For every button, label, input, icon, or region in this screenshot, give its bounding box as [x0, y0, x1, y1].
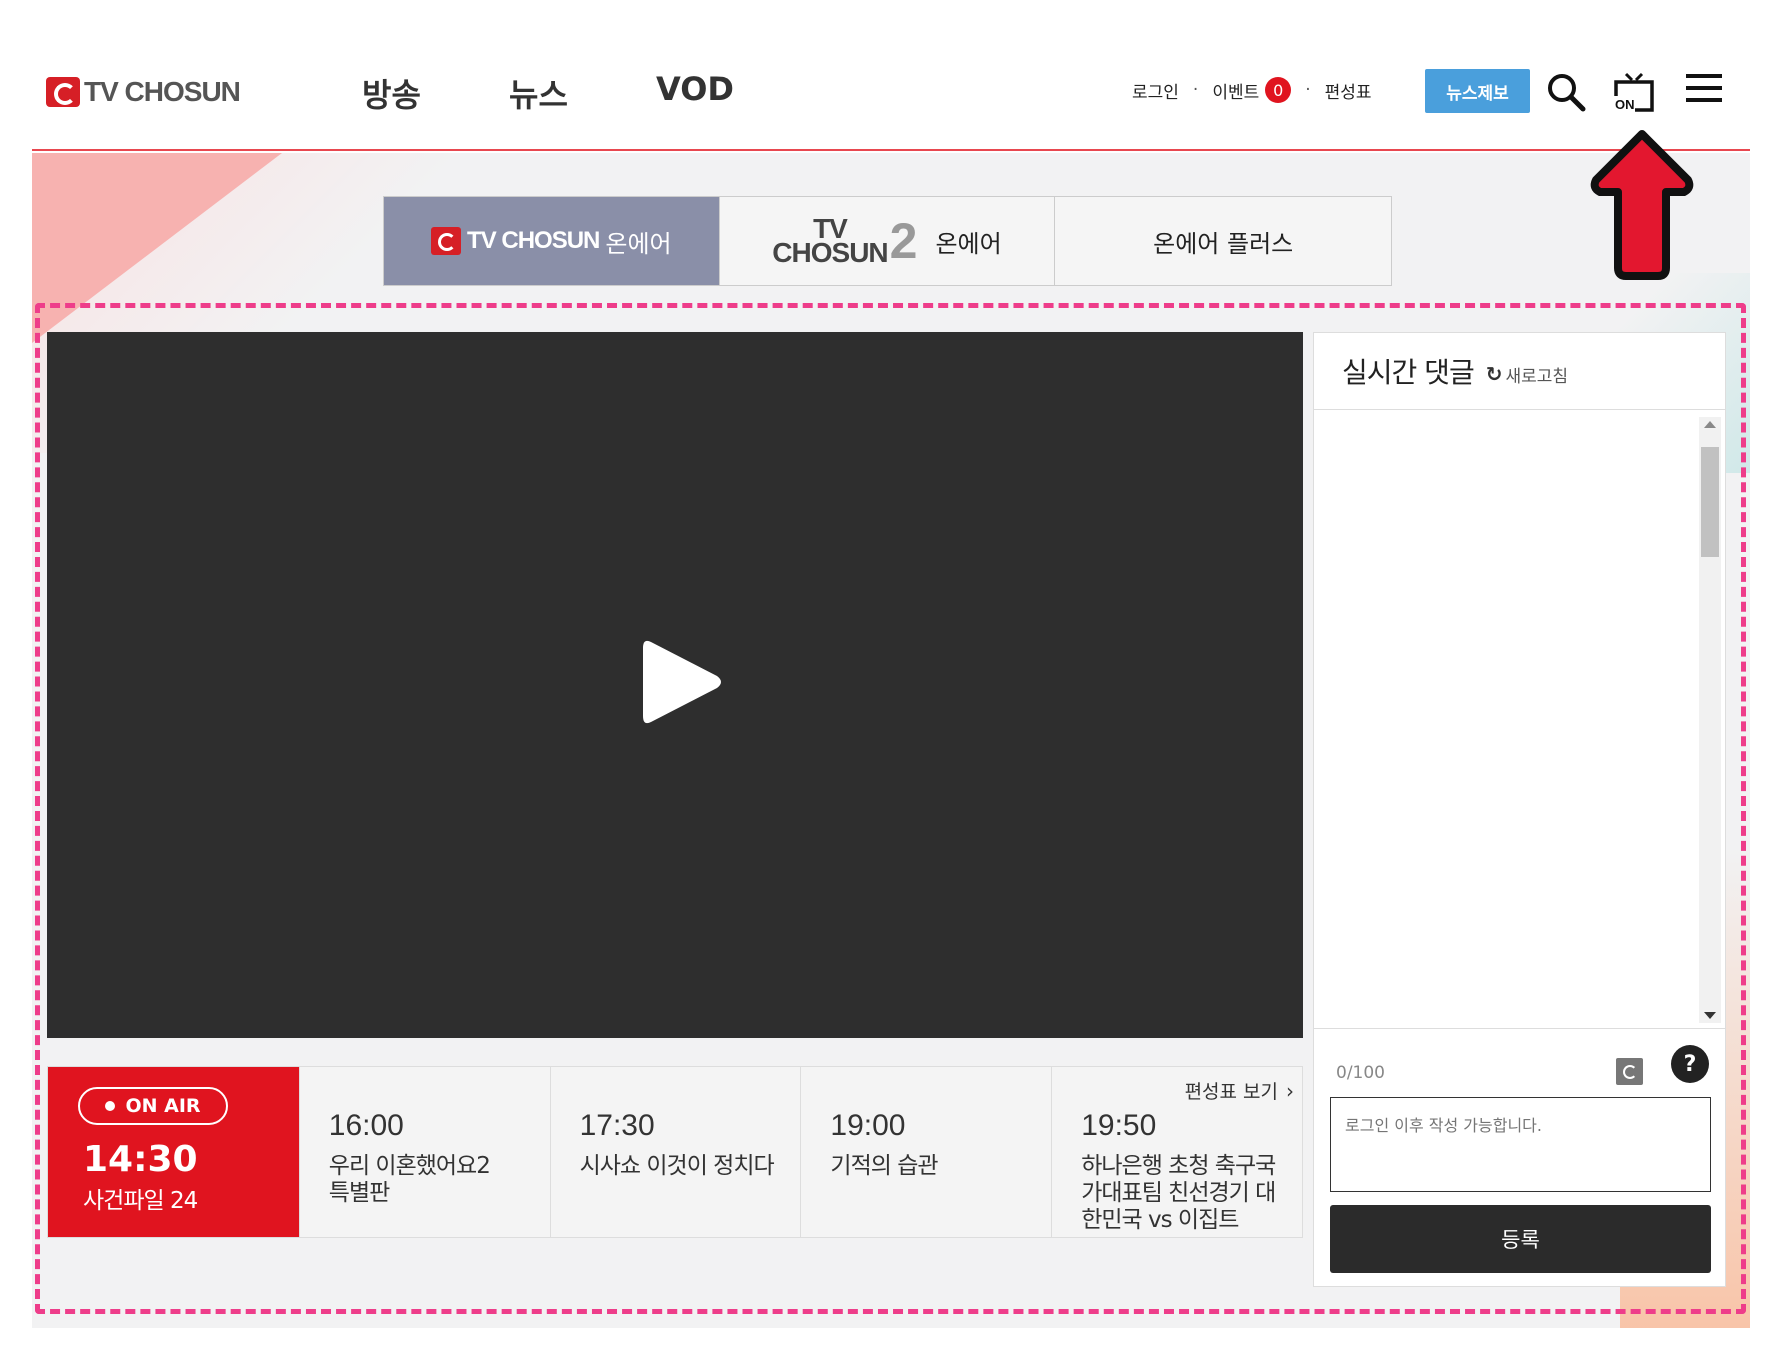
highlight-frame: [35, 303, 1746, 1314]
tab-onair-plus[interactable]: 온에어 플러스: [1055, 197, 1391, 285]
tab-brand: TV CHOSUN: [467, 227, 600, 254]
on-air-icon-label: ON: [1615, 97, 1635, 112]
hamburger-menu-icon[interactable]: [1682, 68, 1726, 112]
main-nav: 방송 뉴스 VOD: [362, 70, 803, 116]
search-icon[interactable]: [1544, 70, 1588, 114]
on-air-tv-icon[interactable]: ON: [1612, 70, 1656, 114]
nav-vod[interactable]: VOD: [656, 70, 803, 116]
tv2-brand-bottom: CHOSUN: [772, 237, 888, 268]
tab-label: 온에어: [935, 229, 1002, 258]
login-link[interactable]: 로그인: [1132, 78, 1179, 103]
tab-label: 온에어: [605, 229, 672, 258]
channel-tabs: TV CHOSUN 온에어 TV CHOSUN 2 온에어 온에어 플러스: [383, 196, 1392, 286]
event-link[interactable]: 이벤트: [1212, 78, 1259, 103]
tvchosun-logo-icon: [431, 227, 462, 255]
separator-dot: ·: [1192, 80, 1199, 100]
tab-tvchosun-onair[interactable]: TV CHOSUN 온에어: [384, 197, 720, 285]
separator-dot: ·: [1305, 80, 1311, 100]
nav-broadcast[interactable]: 방송: [362, 70, 509, 116]
site-header: TV CHOSUN 방송 뉴스 VOD 로그인 · 이벤트 0 · 편성표 뉴스…: [32, 40, 1750, 151]
logo-text: TV CHOSUN: [84, 76, 241, 107]
utility-links: 로그인 · 이벤트 0 · 편성표: [1132, 77, 1372, 103]
tvchosun2-logo: TV CHOSUN 2: [772, 212, 917, 270]
annotation-arrow-up-icon: [1590, 130, 1694, 280]
nav-news[interactable]: 뉴스: [509, 70, 656, 116]
event-count-badge: 0: [1265, 77, 1292, 103]
tv2-brand-num: 2: [889, 213, 918, 269]
schedule-link[interactable]: 편성표: [1325, 78, 1372, 103]
tab-tvchosun2-onair[interactable]: TV CHOSUN 2 온에어: [720, 197, 1056, 285]
news-report-button[interactable]: 뉴스제보: [1425, 69, 1530, 113]
logo-mark-icon: [46, 77, 80, 107]
tab-label: 온에어 플러스: [1153, 229, 1294, 258]
site-logo[interactable]: TV CHOSUN: [46, 76, 241, 108]
